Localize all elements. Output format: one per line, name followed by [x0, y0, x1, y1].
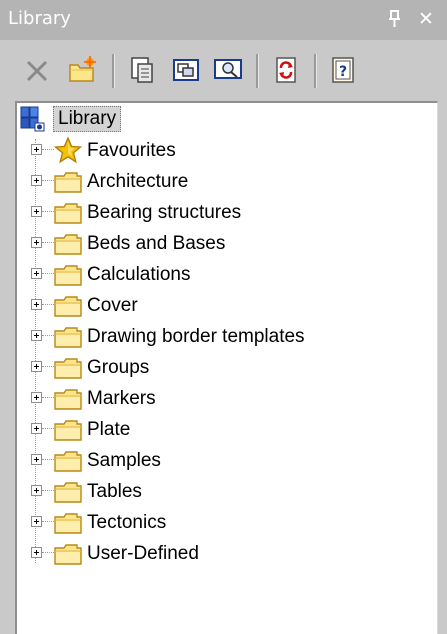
- folder-icon: [53, 231, 83, 257]
- tree-item-label: Tables: [87, 481, 142, 502]
- close-button[interactable]: ✕: [414, 6, 438, 32]
- toolbar-separator: [256, 54, 259, 88]
- refresh-icon[interactable]: [270, 54, 302, 86]
- tree-item-plate[interactable]: Plate: [25, 415, 425, 445]
- tree-item-label: Markers: [87, 388, 156, 409]
- expand-icon[interactable]: [31, 237, 42, 248]
- help-icon[interactable]: ?: [328, 54, 360, 86]
- panel-title: Library: [8, 8, 71, 29]
- expand-icon[interactable]: [31, 299, 42, 310]
- expand-icon[interactable]: [31, 392, 42, 403]
- folder-icon: [53, 355, 83, 381]
- tree-item-samples[interactable]: Samples: [25, 446, 425, 476]
- tree-item-tables[interactable]: Tables: [25, 477, 425, 507]
- folder-icon: [53, 324, 83, 350]
- tree-item-label: Favourites: [87, 140, 176, 161]
- folder-icon: [53, 541, 83, 567]
- properties-icon[interactable]: [126, 54, 158, 86]
- expand-icon[interactable]: [31, 206, 42, 217]
- folder-icon: [53, 417, 83, 443]
- tree-item-label: Bearing structures: [87, 202, 242, 223]
- tree-item-label: Tectonics: [87, 512, 167, 533]
- expand-icon[interactable]: [31, 144, 42, 155]
- toolbar-separator: [314, 54, 317, 88]
- folder-icon: [53, 200, 83, 226]
- toolbar-separator: [112, 54, 115, 88]
- expand-icon[interactable]: [31, 516, 42, 527]
- delete-icon[interactable]: [22, 54, 54, 86]
- folder-icon: [53, 169, 83, 195]
- library-toolbar: ?: [8, 46, 438, 98]
- tree-item-calculations[interactable]: Calculations: [25, 260, 425, 290]
- panel-titlebar[interactable]: Library ✕: [0, 0, 447, 40]
- expand-icon[interactable]: [31, 175, 42, 186]
- tree-item-architecture[interactable]: Architecture: [25, 167, 425, 197]
- tree-item-label: User-Defined: [87, 543, 199, 564]
- tree-item-markers[interactable]: Markers: [25, 384, 425, 414]
- star-icon: [53, 136, 83, 164]
- expand-icon[interactable]: [31, 423, 42, 434]
- expand-icon[interactable]: [31, 547, 42, 558]
- folder-icon: [53, 479, 83, 505]
- expand-icon[interactable]: [31, 268, 42, 279]
- tree-item-label: Architecture: [87, 171, 189, 192]
- tree-item-user-defined[interactable]: User-Defined: [25, 539, 425, 569]
- tree-item-bearing-structures[interactable]: Bearing structures: [25, 198, 425, 228]
- tree-item-label: Calculations: [87, 264, 191, 285]
- tree-item-cover[interactable]: Cover: [25, 291, 425, 321]
- tree-item-beds-and-bases[interactable]: Beds and Bases: [25, 229, 425, 259]
- expand-icon[interactable]: [31, 485, 42, 496]
- tree-item-label: Drawing border templates: [87, 326, 305, 347]
- library-panel: Library ✕ ? Library Favourites Architect…: [0, 0, 447, 634]
- tree-item-label: Plate: [87, 419, 131, 440]
- tree-item-label: Cover: [87, 295, 138, 316]
- expand-icon[interactable]: [31, 361, 42, 372]
- folder-icon: [53, 448, 83, 474]
- expand-icon[interactable]: [31, 330, 42, 341]
- tree-item-drawing-border-templates[interactable]: Drawing border templates: [25, 322, 425, 352]
- svg-text:?: ?: [339, 64, 347, 80]
- tree-item-groups[interactable]: Groups: [25, 353, 425, 383]
- folder-icon: [53, 386, 83, 412]
- folder-icon: [53, 293, 83, 319]
- library-tree[interactable]: Library Favourites Architecture Bearing …: [15, 101, 438, 634]
- folder-icon: [53, 510, 83, 536]
- tree-item-tectonics[interactable]: Tectonics: [25, 508, 425, 538]
- folder-icon: [53, 262, 83, 288]
- new-folder-icon[interactable]: [66, 54, 98, 86]
- pin-icon[interactable]: [383, 6, 407, 32]
- tree-item-favourites[interactable]: Favourites: [25, 136, 425, 166]
- library-root-icon: [20, 106, 45, 132]
- preview-icon[interactable]: [212, 54, 244, 86]
- tree-root-label: Library: [53, 106, 122, 132]
- insert-icon[interactable]: [170, 54, 202, 86]
- tree-item-label: Groups: [87, 357, 150, 378]
- tree-item-label: Samples: [87, 450, 161, 471]
- tree-item-label: Beds and Bases: [87, 233, 226, 254]
- expand-icon[interactable]: [31, 454, 42, 465]
